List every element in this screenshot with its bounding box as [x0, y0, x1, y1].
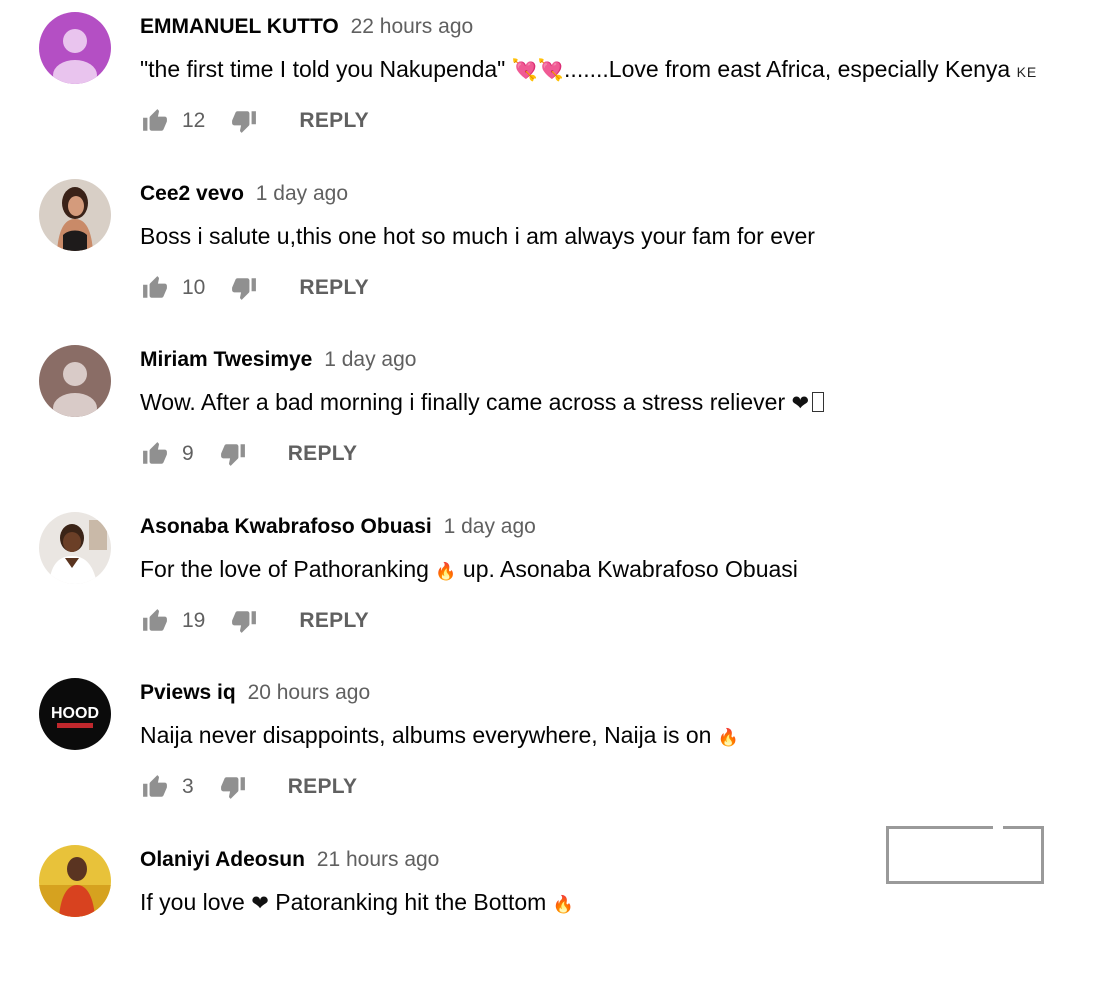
comment-text-part: Wow. After a bad morning i finally came … — [140, 389, 792, 415]
comment-timestamp[interactable]: 1 day ago — [324, 348, 416, 371]
comment-header: EMMANUEL KUTTO 22 hours ago — [140, 12, 473, 42]
avatar[interactable] — [39, 512, 111, 584]
reply-button[interactable]: REPLY — [288, 775, 358, 799]
thumbs-down-icon[interactable] — [229, 106, 259, 136]
reply-button[interactable]: REPLY — [299, 276, 369, 300]
like-count: 9 — [182, 442, 194, 466]
thumbs-down-icon[interactable] — [229, 273, 259, 303]
author-name[interactable]: Cee2 vevo — [140, 182, 244, 205]
comment-text-part: .......Love from east Africa, especially… — [564, 56, 1017, 82]
comment-thread: Asonaba Kwabrafoso Obuasi 1 day ago For … — [0, 500, 1120, 667]
comment-toolbar: 10 REPLY — [140, 271, 369, 305]
avatar[interactable]: HOOD — [39, 678, 111, 750]
thumbs-up-icon[interactable] — [140, 772, 170, 802]
reply-button[interactable]: REPLY — [299, 109, 369, 133]
comment-text-part: Naija never disappoints, albums everywhe… — [140, 722, 718, 748]
thumbs-up-icon[interactable] — [140, 273, 170, 303]
overlay-placeholder-box — [886, 826, 1044, 884]
comment-thread: EMMANUEL KUTTO 22 hours ago "the first t… — [0, 0, 1120, 167]
comment-header: Olaniyi Adeosun 21 hours ago — [140, 845, 439, 875]
comment-header: Miriam Twesimye 1 day ago — [140, 345, 416, 375]
comment-timestamp[interactable]: 1 day ago — [256, 182, 348, 205]
comment-text: If you love ❤ Patoranking hit the Bottom… — [140, 885, 1098, 919]
fire-emoji: 🔥 — [435, 562, 456, 581]
thumbs-up-icon[interactable] — [140, 606, 170, 636]
comment-text-part: For the love of Pathoranking — [140, 556, 435, 582]
like-count: 3 — [182, 775, 194, 799]
fire-emoji: 🔥 — [553, 895, 574, 914]
comment-text: Wow. After a bad morning i finally came … — [140, 385, 1098, 419]
avatar[interactable] — [39, 345, 111, 417]
comment-toolbar: 9 REPLY — [140, 437, 357, 471]
like-count: 19 — [182, 609, 205, 633]
author-name[interactable]: EMMANUEL KUTTO — [140, 15, 339, 38]
author-name[interactable]: Olaniyi Adeosun — [140, 848, 305, 871]
like-count: 12 — [182, 109, 205, 133]
comment-header: Pviews iq 20 hours ago — [140, 678, 370, 708]
thumbs-down-icon[interactable] — [229, 606, 259, 636]
thumbs-down-icon[interactable] — [218, 439, 248, 469]
heart-emoji: 💘💘 — [512, 59, 564, 82]
comment-toolbar: 19 REPLY — [140, 604, 369, 638]
thumbs-down-icon[interactable] — [218, 772, 248, 802]
comment-toolbar: 3 REPLY — [140, 770, 357, 804]
reply-button[interactable]: REPLY — [299, 609, 369, 633]
comment-timestamp[interactable]: 22 hours ago — [351, 15, 474, 38]
avatar[interactable] — [39, 12, 111, 84]
reply-button[interactable]: REPLY — [288, 442, 358, 466]
heart-emoji: ❤ — [792, 392, 810, 415]
comment-timestamp[interactable]: 21 hours ago — [317, 848, 440, 871]
thumbs-up-icon[interactable] — [140, 439, 170, 469]
comment-header: Cee2 vevo 1 day ago — [140, 179, 348, 209]
comment-text: For the love of Pathoranking 🔥 up. Asona… — [140, 552, 1098, 586]
comment-timestamp[interactable]: 1 day ago — [444, 515, 536, 538]
avatar[interactable] — [39, 845, 111, 917]
comment-timestamp[interactable]: 20 hours ago — [248, 681, 371, 704]
comment-header: Asonaba Kwabrafoso Obuasi 1 day ago — [140, 512, 536, 542]
missing-glyph-box — [812, 392, 824, 412]
avatar[interactable] — [39, 179, 111, 251]
comment-text-part: If you love — [140, 889, 251, 915]
author-name[interactable]: Asonaba Kwabrafoso Obuasi — [140, 515, 432, 538]
author-name[interactable]: Pviews iq — [140, 681, 236, 704]
avatar-logo-text: HOOD — [51, 705, 99, 722]
comment-thread: Miriam Twesimye 1 day ago Wow. After a b… — [0, 333, 1120, 500]
heart-emoji: ❤ — [251, 892, 269, 915]
like-count: 10 — [182, 276, 205, 300]
comment-text: Naija never disappoints, albums everywhe… — [140, 718, 1098, 752]
comment-toolbar: 12 REPLY — [140, 104, 369, 138]
comment-text: "the first time I told you Nakupenda" 💘💘… — [140, 52, 1098, 86]
overlay-gap — [993, 825, 1003, 831]
comment-text-part: up. Asonaba Kwabrafoso Obuasi — [457, 556, 798, 582]
comment-text-part: Patoranking hit the Bottom — [269, 889, 553, 915]
flag-emoji: KE — [1017, 64, 1038, 80]
comment-thread: Cee2 vevo 1 day ago Boss i salute u,this… — [0, 167, 1120, 334]
comment-thread: HOOD Pviews iq 20 hours ago Naija never … — [0, 666, 1120, 833]
fire-emoji: 🔥 — [718, 728, 739, 747]
comment-text-part: "the first time I told you Nakupenda" — [140, 56, 512, 82]
thumbs-up-icon[interactable] — [140, 106, 170, 136]
comment-text: Boss i salute u,this one hot so much i a… — [140, 219, 1098, 253]
author-name[interactable]: Miriam Twesimye — [140, 348, 312, 371]
